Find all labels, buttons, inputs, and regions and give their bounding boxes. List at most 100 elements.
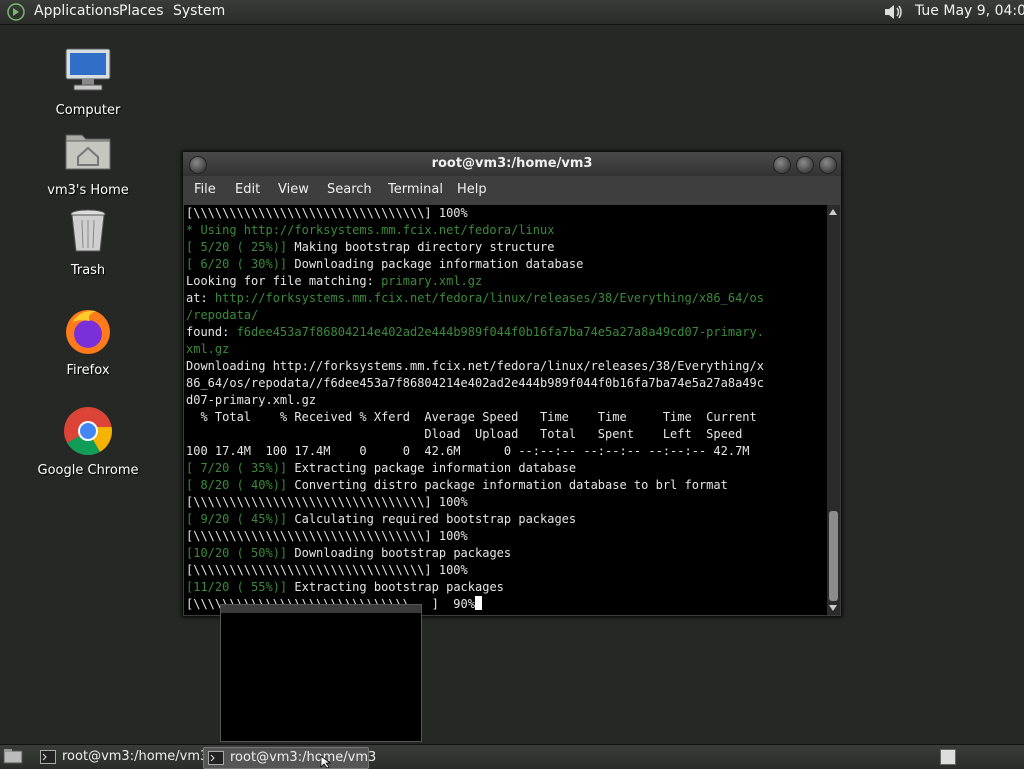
terminal-text: Extracting bootstrap packages bbox=[294, 580, 504, 594]
terminal-text: [ 5/20 ( 25%)] bbox=[186, 240, 295, 254]
scroll-up-arrow-icon[interactable] bbox=[829, 209, 837, 215]
computer-icon bbox=[65, 48, 111, 91]
terminal-menu-bar: File Edit View Search Terminal Help bbox=[183, 176, 841, 204]
terminal-text: [\\\\\\\\\\\\\\\\\\\\\\\\\\\\\\\\] 100% bbox=[186, 529, 468, 543]
terminal-text: Looking for file matching: bbox=[186, 274, 382, 288]
terminal-text: f6dee453a7f86804214e402ad2e444b989f044f0… bbox=[236, 325, 764, 339]
terminal-scrollbar[interactable] bbox=[827, 205, 840, 615]
close-button[interactable] bbox=[819, 156, 837, 174]
terminal-text: [ 9/20 ( 45%)] bbox=[186, 512, 295, 526]
terminal-line: xml.gz bbox=[184, 341, 827, 358]
terminal-text: [ 7/20 ( 35%)] bbox=[186, 461, 295, 475]
terminal-line: % Total % Received % Xferd Average Speed… bbox=[184, 409, 827, 426]
maximize-button[interactable] bbox=[796, 156, 814, 174]
terminal-text: [ 8/20 ( 40%)] bbox=[186, 478, 295, 492]
desktop-icon-computer[interactable]: Computer bbox=[33, 45, 143, 118]
volume-icon[interactable] bbox=[882, 2, 906, 22]
menu-help[interactable]: Help bbox=[457, 182, 487, 197]
menu-search[interactable]: Search bbox=[327, 182, 372, 197]
desktop-icon-label: vm3's Home bbox=[47, 183, 129, 198]
menu-edit[interactable]: Edit bbox=[235, 182, 260, 197]
workspace-switcher[interactable] bbox=[940, 749, 956, 765]
terminal-text: * Using bbox=[186, 223, 244, 237]
system-menu[interactable]: System bbox=[173, 3, 225, 19]
terminal-output[interactable]: [\\\\\\\\\\\\\\\\\\\\\\\\\\\\\\\\] 100% *… bbox=[184, 205, 827, 615]
top-panel: Applications Places System Tue May 9, 04… bbox=[0, 0, 1024, 25]
terminal-icon bbox=[208, 751, 224, 765]
window-title-bar[interactable]: root@vm3:/home/vm3 bbox=[183, 152, 841, 176]
menu-terminal[interactable]: Terminal bbox=[388, 182, 443, 197]
terminal-cursor bbox=[474, 596, 482, 610]
mouse-pointer-icon bbox=[320, 756, 332, 768]
menu-view[interactable]: View bbox=[278, 182, 309, 197]
terminal-text: [10/20 ( 50%)] bbox=[186, 546, 295, 560]
taskbar-task-terminal-1[interactable]: root@vm3:/home/vm3 bbox=[36, 747, 208, 767]
taskbar-task-terminal-2[interactable]: root@vm3:/home/vm3 bbox=[203, 747, 376, 769]
terminal-line: [10/20 ( 50%)] Downloading bootstrap pac… bbox=[184, 545, 827, 562]
terminal-icon bbox=[40, 750, 56, 764]
terminal-text: Downloading http://forksystems.mm.fcix.n… bbox=[186, 359, 764, 373]
terminal-text: Dload Upload Total Spent Left Speed bbox=[186, 427, 743, 441]
scroll-thumb[interactable] bbox=[829, 511, 838, 601]
window-preview-thumbnail[interactable] bbox=[220, 604, 422, 742]
terminal-line: [\\\\\\\\\\\\\\\\\\\\\\\\\\\\\\\\] 100% bbox=[184, 205, 827, 222]
terminal-text: [\\\\\\\\\\\\\\\\\\\\\\\\\\\\\\\\] 100% bbox=[186, 495, 468, 509]
menu-file[interactable]: File bbox=[194, 182, 216, 197]
terminal-line: /repodata/ bbox=[184, 307, 827, 324]
terminal-line: [\\\\\\\\\\\\\\\\\\\\\\\\\\\\\\\\] 100% bbox=[184, 494, 827, 511]
desktop-icon-chrome[interactable]: Google Chrome bbox=[33, 405, 143, 478]
task-label: root@vm3:/home/vm3 bbox=[230, 750, 377, 765]
terminal-text: Converting distro package information da… bbox=[294, 478, 728, 492]
chrome-icon bbox=[64, 407, 112, 456]
scroll-down-arrow-icon[interactable] bbox=[829, 605, 837, 611]
terminal-text: Downloading package information database bbox=[294, 257, 584, 271]
terminal-line: found: f6dee453a7f86804214e402ad2e444b98… bbox=[184, 324, 827, 341]
terminal-text: /repodata/ bbox=[186, 308, 259, 322]
terminal-text: [11/20 ( 55%)] bbox=[186, 580, 295, 594]
terminal-window[interactable]: root@vm3:/home/vm3 File Edit View Search… bbox=[182, 151, 842, 617]
terminal-text: Calculating required bootstrap packages bbox=[294, 512, 577, 526]
gnome-foot-icon[interactable] bbox=[6, 3, 26, 21]
terminal-text: primary.xml.gz bbox=[381, 274, 483, 288]
terminal-text: xml.gz bbox=[186, 342, 230, 356]
terminal-text: http://forksystems.mm.fcix.net/fedora/li… bbox=[214, 291, 764, 305]
terminal-line: Downloading http://forksystems.mm.fcix.n… bbox=[184, 358, 827, 375]
terminal-text: % Total % Received % Xferd Average Speed… bbox=[186, 410, 757, 424]
desktop-icon-home[interactable]: vm3's Home bbox=[33, 125, 143, 198]
applications-menu[interactable]: Applications bbox=[34, 3, 120, 19]
minimize-button[interactable] bbox=[773, 156, 791, 174]
bottom-panel: root@vm3:/home/vm3 root@vm3:/home/vm3 bbox=[0, 744, 1024, 769]
desktop-icon-label: Google Chrome bbox=[37, 463, 139, 478]
show-desktop-icon[interactable] bbox=[3, 748, 23, 764]
trash-icon bbox=[70, 209, 106, 252]
terminal-line: [ 8/20 ( 40%)] Converting distro package… bbox=[184, 477, 827, 494]
terminal-line: [11/20 ( 55%)] Extracting bootstrap pack… bbox=[184, 579, 827, 596]
terminal-text: [\\\\\\\\\\\\\\\\\\\\\\\\\\\\\\\\] 100% bbox=[186, 563, 468, 577]
terminal-line: Dload Upload Total Spent Left Speed bbox=[184, 426, 827, 443]
terminal-text: Downloading bootstrap packages bbox=[294, 546, 512, 560]
terminal-text: http://forksystems.mm.fcix.net/fedora/li… bbox=[243, 223, 555, 237]
firefox-icon bbox=[66, 310, 110, 354]
terminal-text: [\\\\\\\\\\\\\\\\\\\\\\\\\\\\\\\\] 100% bbox=[186, 206, 468, 220]
desktop-icon-trash[interactable]: Trash bbox=[33, 205, 143, 278]
terminal-text: 100 17.4M 100 17.4M 0 0 42.6M 0 --:--:--… bbox=[186, 444, 750, 458]
terminal-line: [ 5/20 ( 25%)] Making bootstrap director… bbox=[184, 239, 827, 256]
window-title: root@vm3:/home/vm3 bbox=[431, 156, 593, 171]
home-folder-icon bbox=[65, 134, 111, 170]
terminal-line: [ 6/20 ( 30%)] Downloading package infor… bbox=[184, 256, 827, 273]
desktop-icon-label: Firefox bbox=[66, 363, 110, 378]
terminal-line: [ 7/20 ( 35%)] Extracting package inform… bbox=[184, 460, 827, 477]
terminal-text: 86_64/os/repodata//f6dee453a7f86804214e4… bbox=[186, 376, 764, 390]
terminal-line: 100 17.4M 100 17.4M 0 0 42.6M 0 --:--:--… bbox=[184, 443, 827, 460]
desktop-icon-firefox[interactable]: Firefox bbox=[33, 305, 143, 378]
clock[interactable]: Tue May 9, 04:02 bbox=[915, 3, 1024, 19]
terminal-line: [ 9/20 ( 45%)] Calculating required boot… bbox=[184, 511, 827, 528]
terminal-text: [ 6/20 ( 30%)] bbox=[186, 257, 295, 271]
terminal-line: * Using http://forksystems.mm.fcix.net/f… bbox=[184, 222, 827, 239]
terminal-line: Looking for file matching: primary.xml.g… bbox=[184, 273, 827, 290]
places-menu[interactable]: Places bbox=[119, 3, 164, 19]
terminal-line: 86_64/os/repodata//f6dee453a7f86804214e4… bbox=[184, 375, 827, 392]
terminal-line: [\\\\\\\\\\\\\\\\\\\\\\\\\\\\\\\\] 100% bbox=[184, 562, 827, 579]
terminal-text: at: bbox=[186, 291, 215, 305]
task-label: root@vm3:/home/vm3 bbox=[62, 749, 209, 764]
